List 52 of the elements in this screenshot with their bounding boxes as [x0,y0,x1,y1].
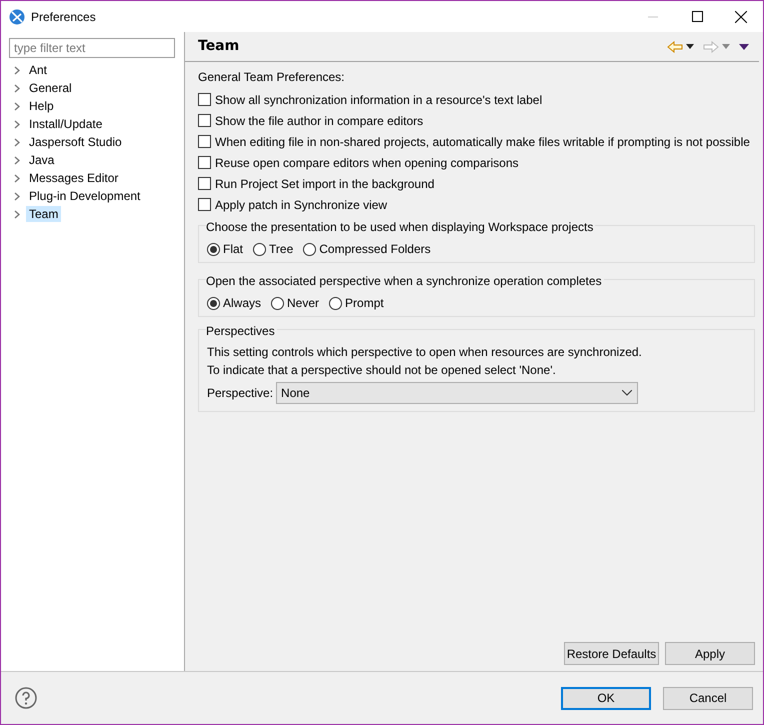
description-text: This setting controls which perspective to open when resources are synchronized. [207,344,643,361]
tree-item[interactable]: Install/Update [26,116,106,132]
radio-button[interactable] [253,242,266,256]
app-logo-icon [9,8,25,24]
tree-item[interactable]: General [26,80,75,96]
checkbox-label: Run Project Set import in the background [215,176,434,192]
checkbox[interactable] [198,135,211,148]
section-label: General Team Preferences: [198,69,346,86]
restore-defaults-button[interactable]: Restore Defaults [564,642,659,665]
tree-item[interactable]: Messages Editor [26,170,122,186]
radio-label: Never [287,295,320,312]
checkbox[interactable] [198,114,211,127]
checkbox[interactable] [198,156,211,169]
radio-label: Prompt [345,295,384,312]
dialog-button[interactable]: OK [561,686,651,710]
checkbox-label: Show the file author in compare editors [215,112,424,130]
radio-button[interactable] [271,296,284,310]
radio-button[interactable] [207,242,220,256]
radio-button[interactable] [207,296,220,310]
tree-item[interactable]: Team [26,206,62,222]
radio-label: Compressed Folders [319,241,431,258]
checkbox[interactable] [198,177,211,190]
tree-item[interactable]: Help [26,98,57,114]
chevron-icon [622,390,632,396]
dialog-button[interactable]: Cancel [663,686,753,710]
checkbox-label: Reuse open compare editors when opening comparisons [215,154,519,172]
window-title: Preferences [31,8,96,26]
tree-item[interactable]: Ant [26,62,50,78]
apply-button[interactable]: Apply [665,642,755,665]
close-icon[interactable] [735,10,747,22]
radio-button[interactable] [303,242,316,256]
field-label: Perspective: [207,385,274,402]
page-title: Team [198,37,240,56]
help-icon[interactable] [15,687,37,709]
tree-item[interactable]: Jaspersoft Studio [26,134,125,150]
radio-label: Flat [223,241,244,258]
checkbox-label: When editing file in non-shared projects, automatically make files writable if prompting is not possible [215,134,750,150]
maximize-icon[interactable] [692,11,702,22]
view-menu-icon[interactable] [739,44,749,50]
tree-item[interactable]: Java [26,152,58,168]
description-text: To indicate that a perspective should not be opened select 'None'. [207,362,557,379]
radio-label: Tree [269,241,294,258]
checkbox-label: Show all synchronization information in a resource's text label [215,92,542,108]
dropdown-icon[interactable] [686,44,694,49]
checkbox[interactable] [198,93,211,106]
radio-button[interactable] [329,296,342,310]
radio-label: Always [223,295,262,312]
checkbox[interactable] [198,198,211,211]
filter-field[interactable]: type filter text [9,38,175,58]
perspective-dropdown[interactable]: None [276,382,638,404]
checkbox-label: Apply patch in Synchronize view [215,196,388,214]
tree-item[interactable]: Plug-in Development [26,188,144,204]
